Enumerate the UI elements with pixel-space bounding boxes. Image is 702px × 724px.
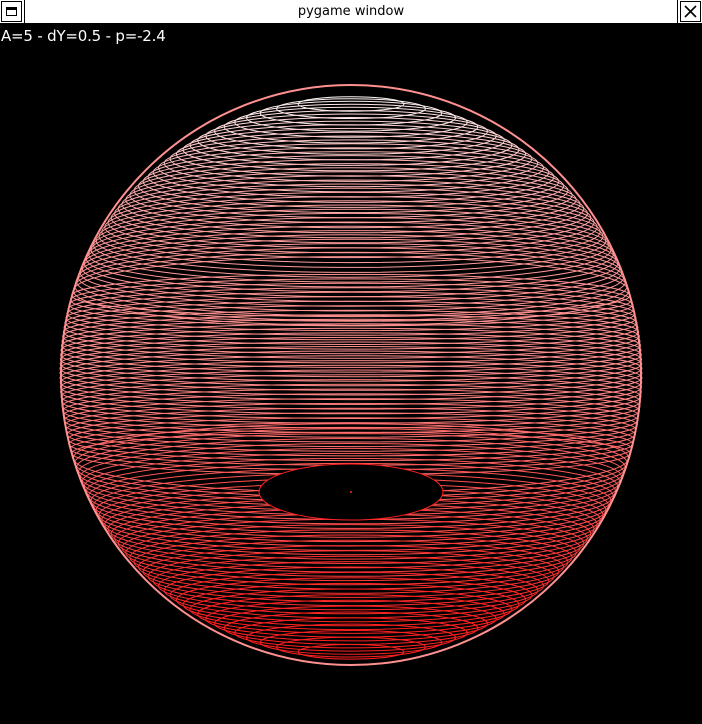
sphere-ring (59, 350, 643, 396)
close-button[interactable] (680, 1, 701, 22)
close-icon (684, 5, 697, 18)
sphere-ring (223, 110, 479, 144)
sphere-ring (163, 566, 539, 615)
render-canvas-area[interactable]: A=5 - dY=0.5 - p=-2.4 (0, 24, 702, 724)
window-title: pygame window (24, 0, 678, 23)
parameter-readout: A=5 - dY=0.5 - p=-2.4 (1, 27, 166, 45)
sphere-ring (214, 605, 488, 642)
sphere-ring (104, 196, 598, 259)
sphere-ring (59, 346, 643, 391)
sphere-ring (64, 402, 638, 448)
title-bar[interactable]: pygame window (0, 0, 702, 24)
sphere-center-dot (350, 491, 352, 493)
sphere-ring (101, 200, 601, 264)
sphere-ring (61, 383, 641, 429)
sphere-ring (62, 388, 640, 434)
sphere-ring (59, 355, 643, 401)
sphere-ring (234, 106, 468, 138)
sphere-rings-drawing (59, 84, 643, 666)
window-menu-button[interactable] (1, 1, 22, 22)
sphere-ring (63, 398, 639, 443)
sphere-ring (64, 300, 638, 345)
sphere-ring (62, 393, 640, 438)
sphere-ring (63, 305, 639, 350)
sphere-ring (65, 407, 637, 452)
window-menu-icon (6, 7, 17, 16)
pygame-window: pygame window A=5 - dY=0.5 - p=-2.4 (0, 0, 702, 724)
